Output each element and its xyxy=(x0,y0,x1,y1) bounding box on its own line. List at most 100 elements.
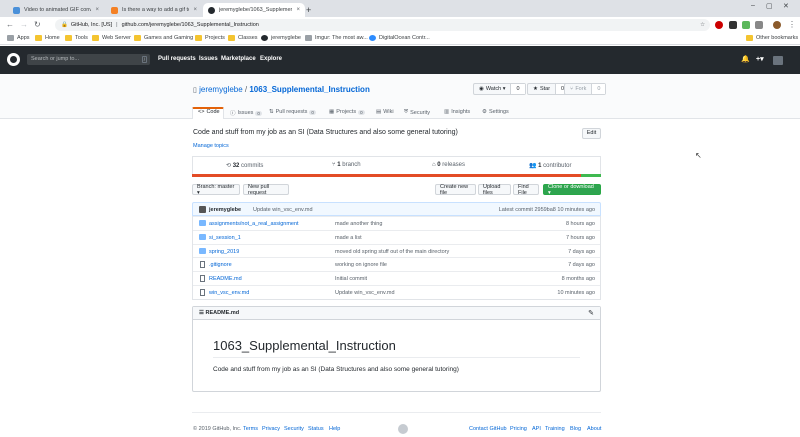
commit-message-link[interactable]: made another thing xyxy=(335,221,382,227)
new-pull-request-button[interactable]: New pull request xyxy=(243,184,289,196)
digitalocean-icon xyxy=(369,35,376,41)
reload-icon[interactable]: ↻ xyxy=(34,20,41,29)
bookmark-item[interactable]: Web Server xyxy=(92,35,131,41)
book-icon: ▤ xyxy=(376,109,382,115)
file-name-link[interactable]: README.md xyxy=(209,276,242,282)
fork-button[interactable]: ⑂ Fork 0 xyxy=(564,83,607,95)
notification-bell-icon[interactable]: 🔔 xyxy=(741,55,750,63)
tab-code[interactable]: <> Code xyxy=(198,109,220,115)
commit-message-link[interactable]: working on ignore file xyxy=(335,262,387,268)
watch-button[interactable]: ◉ Watch ▾ 0 xyxy=(473,83,526,95)
back-icon[interactable]: ← xyxy=(6,20,14,29)
footer-link-help[interactable]: Help xyxy=(329,426,340,432)
browser-tab[interactable]: Video to animated GIF converter × xyxy=(8,3,104,17)
footer-link-pricing[interactable]: Pricing xyxy=(510,426,527,432)
address-bar[interactable]: 🔒 GitHub, Inc. [US] | github.com/jeremyg… xyxy=(55,19,710,31)
footer-link-api[interactable]: API xyxy=(532,426,541,432)
graph-icon: ▥ xyxy=(444,109,450,115)
table-row: .gitignore working on ignore file 7 days… xyxy=(193,257,600,271)
contributors-link[interactable]: 👥 1 contributor xyxy=(529,162,572,169)
bookmark-item[interactable]: jeremyglebe xyxy=(261,35,301,41)
bookmark-item[interactable]: Home xyxy=(35,35,60,41)
minimize-icon[interactable]: – xyxy=(751,2,755,9)
create-new-dropdown[interactable]: +▾ xyxy=(756,55,764,63)
commit-age: 8 hours ago xyxy=(565,221,595,227)
browser-tab[interactable]: Is there a way to add a gif to a M × xyxy=(106,3,202,17)
forward-icon[interactable]: → xyxy=(20,20,28,29)
commit-author-link[interactable]: jeremyglebe xyxy=(209,207,241,213)
commits-link[interactable]: ⟲ 32 commits xyxy=(226,162,263,169)
profile-avatar[interactable] xyxy=(773,21,781,29)
tab-settings[interactable]: ⚙ Settings xyxy=(482,109,509,115)
new-tab-button[interactable]: + xyxy=(306,3,318,17)
extension-icon[interactable] xyxy=(755,21,763,29)
pr-icon: ⇅ xyxy=(269,109,274,115)
maximize-icon[interactable]: ▢ xyxy=(766,2,773,10)
bookmark-item[interactable]: DigitalOcean Contr... xyxy=(369,35,430,41)
commit-message-link[interactable]: Update win_vsc_env.md xyxy=(335,290,395,296)
github-logo-icon[interactable] xyxy=(7,53,20,66)
bookmark-item[interactable]: Tools xyxy=(65,35,88,41)
branches-link[interactable]: ⑂ 1 branch xyxy=(332,162,361,168)
branch-select-button[interactable]: Branch: master ▾ xyxy=(192,184,240,196)
tab-pull-requests[interactable]: ⇅ Pull requests 0 xyxy=(269,109,316,115)
bookmark-item[interactable]: Classes xyxy=(228,35,258,41)
extension-icon[interactable] xyxy=(742,21,750,29)
tab-projects[interactable]: ▦ Projects 0 xyxy=(329,109,365,115)
footer-link-security[interactable]: Security xyxy=(284,426,304,432)
nav-pull-requests[interactable]: Pull requests xyxy=(158,56,196,62)
repo-owner-link[interactable]: jeremyglebe xyxy=(199,85,243,94)
tab-wiki[interactable]: ▤ Wiki xyxy=(376,109,394,115)
commit-message-link[interactable]: moved old spring stuff out of the main d… xyxy=(335,249,449,255)
pencil-icon[interactable]: ✎ xyxy=(588,309,594,317)
footer-link-about[interactable]: About xyxy=(587,426,601,432)
other-bookmarks[interactable]: Other bookmarks xyxy=(746,35,798,41)
commit-message-link[interactable]: made a list xyxy=(335,235,362,241)
find-file-button[interactable]: Find File xyxy=(513,184,539,196)
bookmark-item[interactable]: Imgur: The most aw... xyxy=(305,35,368,41)
manage-topics-link[interactable]: Manage topics xyxy=(193,143,229,149)
bookmark-item[interactable]: Projects xyxy=(195,35,225,41)
nav-issues[interactable]: Issues xyxy=(199,56,218,62)
clone-download-button[interactable]: Clone or download ▾ xyxy=(543,184,601,196)
tab-issues[interactable]: ⓘ Issues 0 xyxy=(230,109,262,117)
window-close-icon[interactable]: ✕ xyxy=(783,2,789,10)
commit-message-link[interactable]: Update win_vsc_env.md xyxy=(253,207,313,213)
github-footer-logo-icon[interactable] xyxy=(398,424,408,434)
tab-insights[interactable]: ▥ Insights xyxy=(444,109,470,115)
footer-link-privacy[interactable]: Privacy xyxy=(262,426,280,432)
user-avatar[interactable] xyxy=(773,56,783,65)
bookmark-star-icon[interactable]: ☆ xyxy=(700,22,705,28)
close-tab-icon[interactable]: × xyxy=(193,7,197,13)
repo-description: Code and stuff from my job as an SI (Dat… xyxy=(193,129,458,136)
upload-files-button[interactable]: Upload files xyxy=(478,184,511,196)
browser-tab-active[interactable]: jeremyglebe/1063_Supplementa × xyxy=(203,3,305,17)
commit-message-link[interactable]: Initial commit xyxy=(335,276,367,282)
edit-description-button[interactable]: Edit xyxy=(582,128,601,139)
extension-icon[interactable] xyxy=(729,21,737,29)
footer-link-training[interactable]: Training xyxy=(545,426,565,432)
bookmark-item[interactable]: Apps xyxy=(7,35,30,41)
tab-security[interactable]: ⛨ Security xyxy=(404,109,430,116)
repo-name-link[interactable]: 1063_Supplemental_Instruction xyxy=(249,85,369,94)
footer-link-blog[interactable]: Blog xyxy=(570,426,581,432)
releases-link[interactable]: ⌂ 0 releases xyxy=(432,162,465,168)
menu-icon[interactable]: ⋮ xyxy=(788,20,796,29)
footer-link-status[interactable]: Status xyxy=(308,426,324,432)
file-name-link[interactable]: si_session_1 xyxy=(209,235,241,241)
file-name-link[interactable]: spring_2019 xyxy=(209,249,239,255)
bookmark-item[interactable]: Games and Gaming xyxy=(134,35,193,41)
opera-extension-icon[interactable] xyxy=(715,21,723,29)
file-name-link[interactable]: win_vsc_env.md xyxy=(209,290,249,296)
create-new-file-button[interactable]: Create new file xyxy=(435,184,476,196)
nav-marketplace[interactable]: Marketplace xyxy=(221,56,256,62)
footer-link-contact[interactable]: Contact GitHub xyxy=(469,426,507,432)
footer-link-terms[interactable]: Terms xyxy=(243,426,258,432)
close-tab-icon[interactable]: × xyxy=(95,7,99,13)
file-name-link[interactable]: .gitignore xyxy=(209,262,232,268)
close-tab-icon[interactable]: × xyxy=(296,7,300,13)
search-input[interactable]: Search or jump to... / xyxy=(27,54,150,65)
language-bar[interactable] xyxy=(192,174,601,177)
nav-explore[interactable]: Explore xyxy=(260,56,282,62)
file-name-link[interactable]: assignments/not_a_real_assignment xyxy=(209,221,299,227)
